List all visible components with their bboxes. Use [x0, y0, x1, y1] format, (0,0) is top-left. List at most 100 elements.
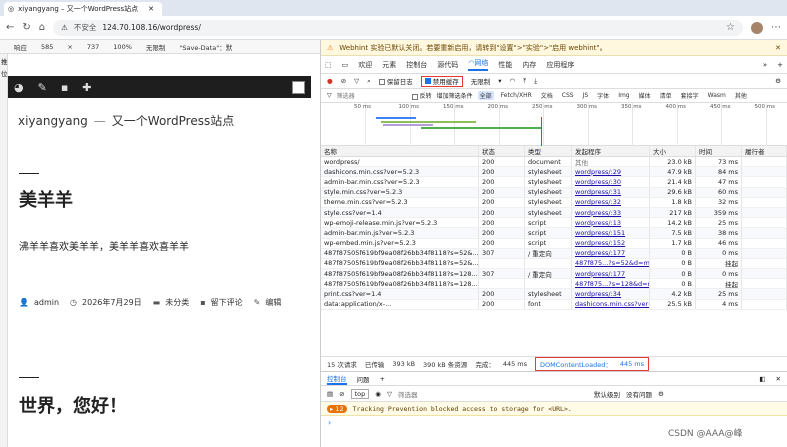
table-row[interactable]: 487f87505f619bf9ea08f26bb34f8118?s=128..…	[321, 279, 787, 290]
comment-icon[interactable]: ▪	[61, 81, 68, 94]
customize-brush-icon[interactable]: ✎	[38, 81, 47, 94]
plus-icon[interactable]: ✚	[82, 81, 91, 94]
network-timeline[interactable]: 50 ms 100 ms 150 ms 200 ms 250 ms 300 ms 350 m…	[321, 103, 787, 146]
cell-initiator[interactable]: wordpress/:33	[572, 207, 650, 218]
gear-icon[interactable]: ⚙	[658, 390, 664, 398]
table-row[interactable]: style.css?ver=1.4 200 stylesheet wordpress/…	[321, 207, 787, 219]
cell-initiator[interactable]: wordpress/:30	[572, 177, 650, 187]
post-title[interactable]: 美羊羊	[19, 186, 73, 212]
add-icon[interactable]: +	[777, 61, 783, 69]
avatar[interactable]	[751, 21, 763, 34]
chip-css[interactable]: CSS	[560, 92, 576, 99]
cell-initiator[interactable]: wordpress/:152	[572, 238, 650, 248]
table-row[interactable]: wordpress/200 document 其他 23.0 kB 73 ms	[321, 157, 787, 168]
gear-icon[interactable]: ⚙	[775, 77, 781, 85]
table-row[interactable]: admin-bar.min.js?ver=5.2.3 200 script wordp…	[321, 228, 787, 239]
table-row[interactable]: wp-embed.min.js?ver=5.2.3 200 script wordpr…	[321, 238, 787, 249]
table-row[interactable]: data:application/x-... 200 font dashicons.m…	[321, 299, 787, 310]
cell-initiator[interactable]: wordpress/:34	[572, 289, 650, 299]
star-icon[interactable]: ☆	[726, 22, 735, 33]
cell-initiator[interactable]: 487f875...?s=128&d=mm&...	[572, 279, 650, 289]
tab-memory[interactable]: 内存	[522, 60, 536, 70]
browser-tab[interactable]: ◎ xiyangyang – 又一个WordPress站点 ✕	[4, 2, 162, 16]
device-icon[interactable]: ▭	[342, 61, 349, 69]
table-row[interactable]: print.css?ver=1.4 200 stylesheet wordpress/…	[321, 289, 787, 300]
dock-icon[interactable]: ◧	[759, 375, 765, 383]
tab-application[interactable]: 应用程序	[546, 60, 574, 70]
warning-count-badge[interactable]: ▸ 12	[327, 404, 347, 413]
chip-other[interactable]: 其他	[733, 91, 749, 100]
chip-img[interactable]: Img	[616, 92, 631, 99]
record-icon[interactable]: ●	[327, 77, 333, 85]
device-select[interactable]: 响应	[14, 42, 27, 52]
download-icon[interactable]: ⤓	[534, 77, 537, 86]
col-status[interactable]: 状态	[479, 146, 525, 156]
invert-checkbox[interactable]: 反转	[411, 91, 432, 100]
wifi-icon[interactable]: ◠	[510, 77, 516, 85]
preserve-log-checkbox[interactable]: 保留日志	[378, 76, 413, 86]
tab-welcome[interactable]: 欢迎	[358, 60, 372, 70]
col-time[interactable]: 时间	[696, 146, 742, 156]
upload-icon[interactable]: ⤒	[523, 77, 526, 86]
width-input[interactable]: 585	[41, 43, 53, 51]
cell-initiator[interactable]: wordpress/:32	[572, 197, 650, 207]
height-input[interactable]: 737	[87, 43, 99, 51]
chip-doc[interactable]: 文档	[539, 91, 555, 100]
post-title[interactable]: 世界，您好！	[19, 392, 127, 418]
tab-drawer-issues[interactable]: 问题	[357, 374, 370, 384]
cell-initiator[interactable]: wordpress/:177	[572, 248, 650, 258]
more-filters-select[interactable]: 增加筛选条件	[437, 91, 473, 100]
tab-network[interactable]: ◠网络	[468, 58, 489, 71]
zoom-select[interactable]: 100%	[113, 43, 132, 51]
table-row[interactable]: wp-emoji-release.min.js?ver=5.2.3 200 scri…	[321, 218, 787, 229]
home-icon[interactable]: ⌂	[39, 22, 45, 33]
col-type[interactable]: 类型	[525, 146, 572, 156]
table-row[interactable]: 487f87505f619bf9ea08f26bb34f8118?s=52&..…	[321, 258, 787, 270]
clear-icon[interactable]: ⊘	[339, 390, 344, 398]
browser-menu-icon[interactable]: ⋯	[771, 22, 781, 33]
post-date[interactable]: 2026年7月29日	[82, 297, 142, 308]
tab-drawer-console[interactable]: 控制台	[327, 373, 347, 385]
cell-initiator[interactable]: dashicons.min.css?ver=5.2...	[572, 299, 650, 309]
close-icon[interactable]: ✕	[776, 375, 781, 383]
avatar[interactable]	[292, 80, 305, 94]
issues-badge[interactable]: 没有问题	[626, 389, 652, 399]
leave-comment-link[interactable]: 留下评论	[211, 297, 243, 308]
chip-js[interactable]: JS	[581, 92, 591, 99]
col-fulfilled[interactable]: 履行者	[742, 146, 787, 156]
back-icon[interactable]: ←	[6, 22, 14, 33]
add-icon[interactable]: +	[380, 375, 385, 383]
chip-fetch[interactable]: Fetch/XHR	[499, 92, 534, 99]
tab-elements[interactable]: 元素	[382, 60, 396, 70]
chip-media[interactable]: 媒体	[637, 91, 653, 100]
more-tabs-icon[interactable]: »	[763, 61, 767, 69]
filter-input[interactable]: 筛选器	[337, 91, 407, 100]
disable-cache-checkbox[interactable]: 禁用缓存	[420, 75, 463, 87]
url-text[interactable]: 124.70.108.16/wordpress/	[102, 23, 200, 32]
dashboard-icon[interactable]: ◕	[14, 81, 24, 94]
close-icon[interactable]: ✕	[775, 44, 781, 52]
context-select[interactable]: top	[350, 388, 370, 399]
table-row[interactable]: admin-bar.min.css?ver=5.2.3 200 stylesheet…	[321, 177, 787, 188]
chip-all[interactable]: 全部	[477, 91, 494, 100]
cell-initiator[interactable]: 487f875...?s=52&d=mm&...	[572, 258, 650, 269]
filter-icon[interactable]: ▽	[354, 77, 359, 85]
post-author[interactable]: admin	[34, 298, 59, 307]
reload-icon[interactable]: ↻	[22, 22, 30, 33]
level-select[interactable]: 默认级别	[594, 389, 620, 399]
url-bar[interactable]: ⚠ 不安全 124.70.108.16/wordpress/ ☆	[53, 19, 743, 36]
cell-initiator[interactable]: wordpress/:151	[572, 228, 650, 238]
col-size[interactable]: 大小	[650, 146, 696, 156]
cell-initiator[interactable]: wordpress/:29	[572, 167, 650, 177]
table-row[interactable]: theme.min.css?ver=5.2.3 200 stylesheet word…	[321, 197, 787, 208]
tab-console[interactable]: 控制台	[406, 60, 427, 70]
sidebar-icon[interactable]: ▤	[327, 390, 333, 398]
eye-icon[interactable]: ◉	[375, 390, 381, 398]
inspect-icon[interactable]: ⬚	[325, 61, 332, 69]
col-name[interactable]: 名称	[321, 146, 479, 156]
chip-socket[interactable]: 套接字	[679, 91, 701, 100]
site-title[interactable]: xiyangyang	[18, 114, 88, 128]
search-icon[interactable]: ⌕	[367, 77, 371, 86]
console-filter-input[interactable]: 筛选器	[398, 389, 588, 399]
chip-font[interactable]: 字体	[595, 91, 611, 100]
